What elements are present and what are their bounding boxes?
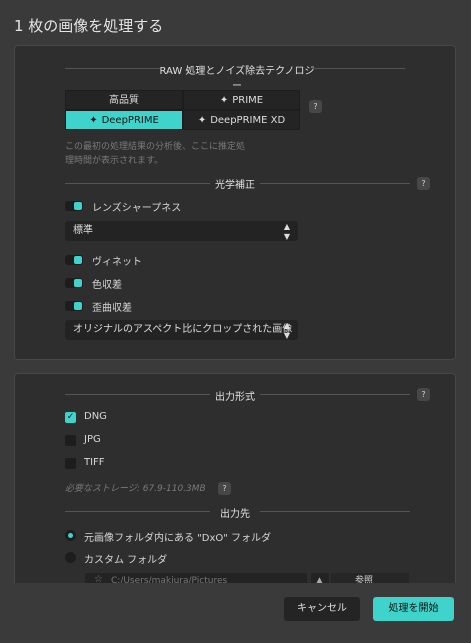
divider [260,183,410,184]
output-format-heading: 出力形式 [215,392,255,403]
time-estimate-hint-line1: この最初の処理結果の分析後、ここに推定処 [65,142,246,152]
cancel-button[interactable]: キャンセル [284,597,360,621]
sparkle-icon: ✦ [197,115,207,126]
divider [65,511,210,512]
lens-sharpness-label: レンズシャープネス [92,203,182,214]
tiff-checkbox[interactable] [65,458,76,469]
start-processing-button[interactable]: 処理を開始 [373,597,454,621]
processing-panel: RAW 処理とノイズ除去テクノロジー 高品質 ✦ PRIME ? ✦ DeepPRI… [14,45,456,360]
source-folder-label: 元画像フォルダ内にある "DxO" フォルダ [84,533,272,544]
jpg-label: JPG [84,434,101,445]
vignette-label: ヴィネット [92,257,142,268]
sparkle-icon: ✦ [219,95,229,106]
divider [65,68,160,69]
vignette-toggle[interactable] [65,255,83,265]
optical-section-heading: 光学補正 [215,180,255,191]
jpg-checkbox[interactable] [65,435,76,446]
option-deepprime[interactable]: ✦ DeepPRIME [65,110,183,130]
option-deepprime-xd[interactable]: ✦ DeepPRIME XD [183,110,300,130]
dialog-title: 1 枚の画像を処理する [14,17,164,35]
option-deepprime-xd-label: DeepPRIME XD [210,115,286,126]
dng-label: DNG [84,411,107,422]
lens-sharpness-toggle[interactable] [65,201,83,211]
output-panel: 出力形式 ? ✓ DNG JPG TIFF 必要なストレージ: 67.9-110… [14,373,456,584]
crop-select[interactable]: オリジナルのアスペクト比にクロップされた画像 ▲ ▼ [65,320,298,340]
custom-folder-label: カスタム フォルダ [84,555,168,566]
distortion-label: 歪曲収差 [92,303,132,314]
sharpness-select-value: 標準 [73,225,93,236]
divider [313,68,405,69]
output-format-help-icon[interactable]: ? [417,388,430,401]
chromatic-aberration-label: 色収差 [92,280,122,291]
updown-arrows-icon: ▲ ▼ [283,321,290,340]
raw-help-icon[interactable]: ? [309,100,322,113]
option-deepprime-label: DeepPRIME [101,115,159,126]
chromatic-aberration-toggle[interactable] [65,278,83,288]
dng-checkbox[interactable]: ✓ [65,412,76,423]
sharpness-select[interactable]: 標準 ▲ ▼ [65,221,298,241]
divider [65,394,210,395]
option-prime-label: PRIME [232,95,264,106]
option-prime[interactable]: ✦ PRIME [183,90,300,110]
custom-folder-radio[interactable] [65,552,76,563]
distortion-toggle[interactable] [65,301,83,311]
destination-heading: 出力先 [220,509,250,520]
storage-help-icon[interactable]: ? [218,482,231,495]
crop-select-value: オリジナルのアスペクト比にクロップされた画像 [73,324,293,335]
storage-estimate: 必要なストレージ: 67.9-110.3MB [65,484,206,494]
divider [260,511,410,512]
sparkle-icon: ✦ [89,115,98,126]
time-estimate-hint-line2: 理時間が表示されます。 [65,156,164,166]
raw-section-heading: RAW 処理とノイズ除去テクノロジー [159,66,315,92]
optical-help-icon[interactable]: ? [417,177,430,190]
divider [260,394,410,395]
updown-arrows-icon: ▲ ▼ [283,222,290,241]
divider [65,183,210,184]
source-folder-radio[interactable] [65,530,76,541]
option-high-quality[interactable]: 高品質 [65,90,183,110]
tiff-label: TIFF [84,457,105,468]
